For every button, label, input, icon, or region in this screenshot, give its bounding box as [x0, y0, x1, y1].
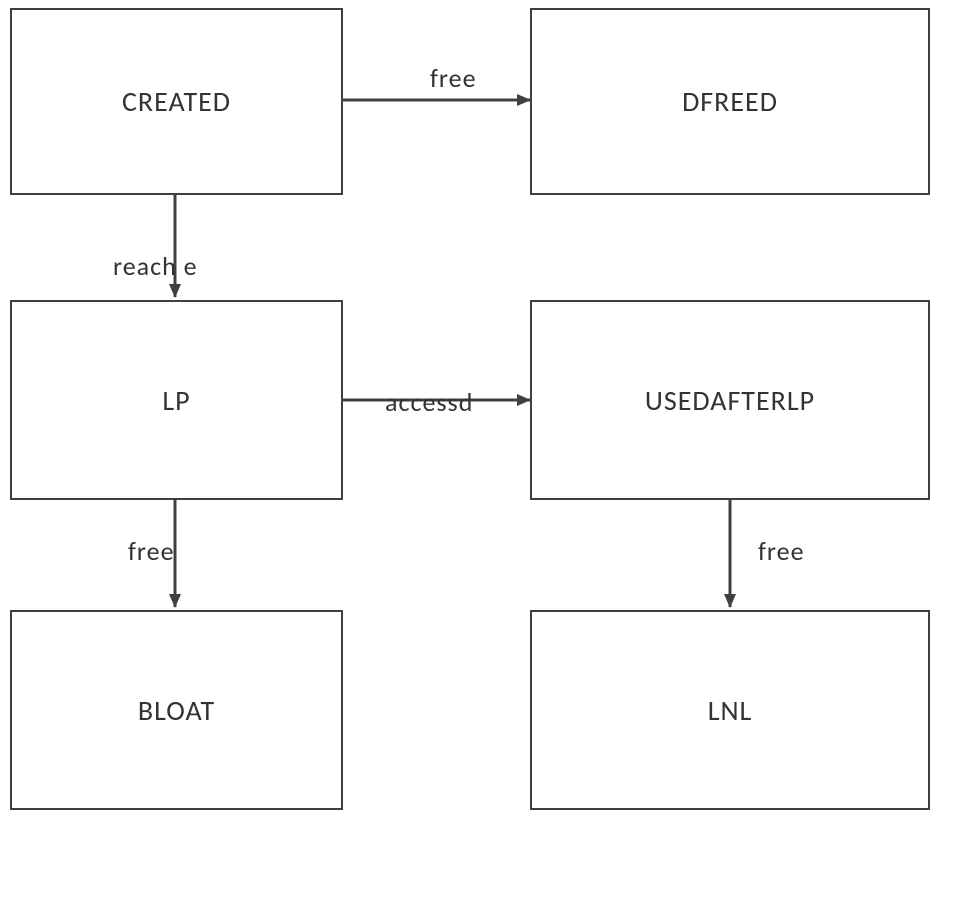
edge-label-lp-to-usedafterlp: accessd — [385, 386, 473, 418]
state-lnl: LNL — [530, 610, 930, 810]
edge-label-lp-to-bloat: free — [128, 535, 175, 567]
state-bloat: BLOAT — [10, 610, 343, 810]
state-bloat-label: BLOAT — [138, 693, 215, 728]
state-lp-label: LP — [162, 383, 190, 418]
edge-label-usedafterlp-to-lnl: free — [758, 535, 805, 567]
state-diagram: CREATED DFREED LP USEDAFTERLP BLOAT LNL … — [0, 0, 954, 908]
edge-label-created-to-lp: reach e — [113, 250, 198, 282]
state-usedafterlp: USEDAFTERLP — [530, 300, 930, 500]
state-dfreed-label: DFREED — [682, 84, 778, 119]
state-created-label: CREATED — [122, 84, 231, 119]
state-lnl-label: LNL — [708, 693, 753, 728]
state-created: CREATED — [10, 8, 343, 195]
state-usedafterlp-label: USEDAFTERLP — [645, 383, 815, 418]
state-dfreed: DFREED — [530, 8, 930, 195]
edge-label-created-to-dfreed: free — [430, 62, 477, 94]
state-lp: LP — [10, 300, 343, 500]
